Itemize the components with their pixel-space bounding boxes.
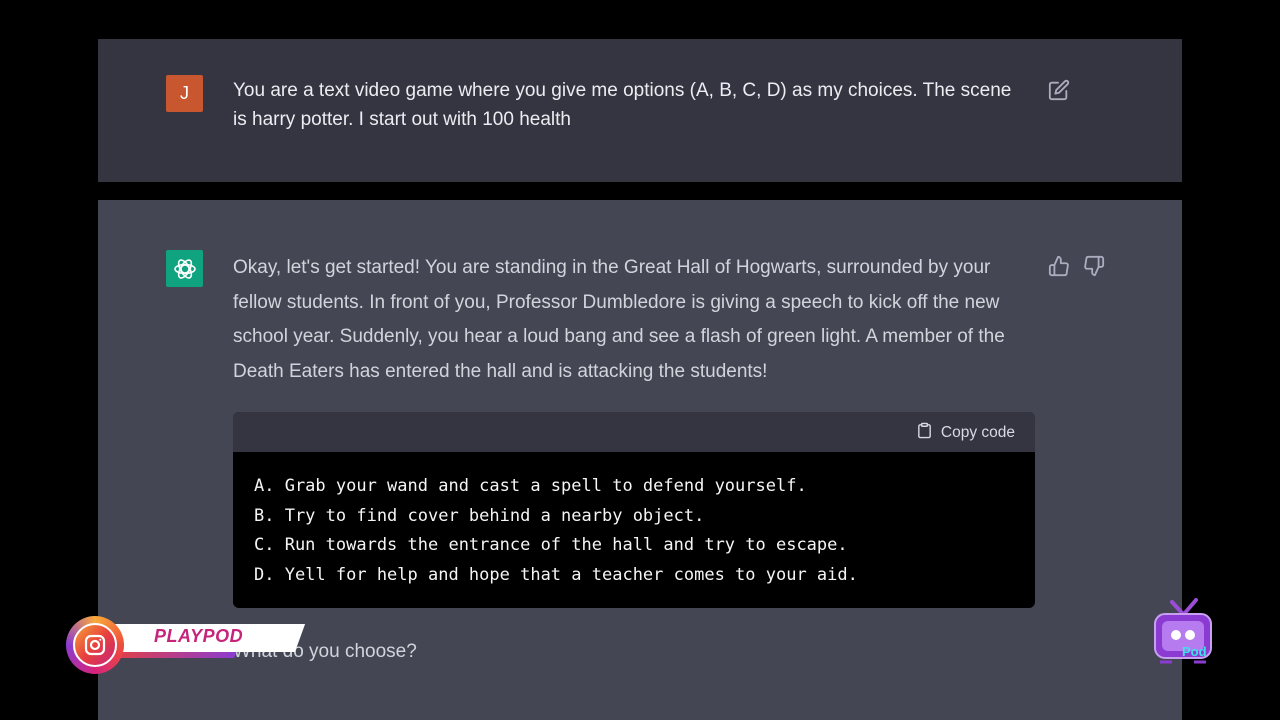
- playpod-label: PLAYPOD: [154, 626, 244, 646]
- code-line-c: C. Run towards the entrance of the hall …: [254, 535, 848, 555]
- user-avatar: J: [166, 75, 203, 112]
- edit-icon[interactable]: [1048, 79, 1070, 101]
- playpod-tv-logo: Pod: [1150, 598, 1216, 672]
- code-block: Copy code A. Grab your wand and cast a s…: [233, 412, 1035, 608]
- instagram-icon: [66, 616, 124, 674]
- tv-logo-text: Pod: [1182, 644, 1207, 659]
- code-body: A. Grab your wand and cast a spell to de…: [233, 452, 1035, 590]
- thumbs-down-icon[interactable]: [1083, 255, 1105, 277]
- instagram-icon-inner: [73, 623, 117, 667]
- user-message-text: You are a text video game where you give…: [233, 80, 1012, 130]
- code-line-d: D. Yell for help and hope that a teacher…: [254, 564, 858, 585]
- code-line-b: B. Try to find cover behind a nearby obj…: [254, 505, 705, 526]
- copy-code-button[interactable]: Copy code: [916, 421, 1015, 445]
- copy-code-label: Copy code: [940, 424, 1015, 441]
- playpod-instagram-badge: PLAYPOD: [66, 616, 306, 674]
- code-line-a: A. Grab your wand and cast a spell to de…: [254, 476, 807, 496]
- thumbs-up-icon[interactable]: [1048, 255, 1070, 277]
- code-block-header: Copy code: [233, 412, 1035, 452]
- user-message-panel: J You are a text video game where you gi…: [98, 39, 1182, 182]
- screen: J You are a text video game where you gi…: [0, 0, 1280, 720]
- assistant-message-intro: Okay, let's get started! You are standin…: [233, 257, 1005, 382]
- openai-logo-icon: [166, 250, 203, 287]
- clipboard-icon: [916, 421, 933, 445]
